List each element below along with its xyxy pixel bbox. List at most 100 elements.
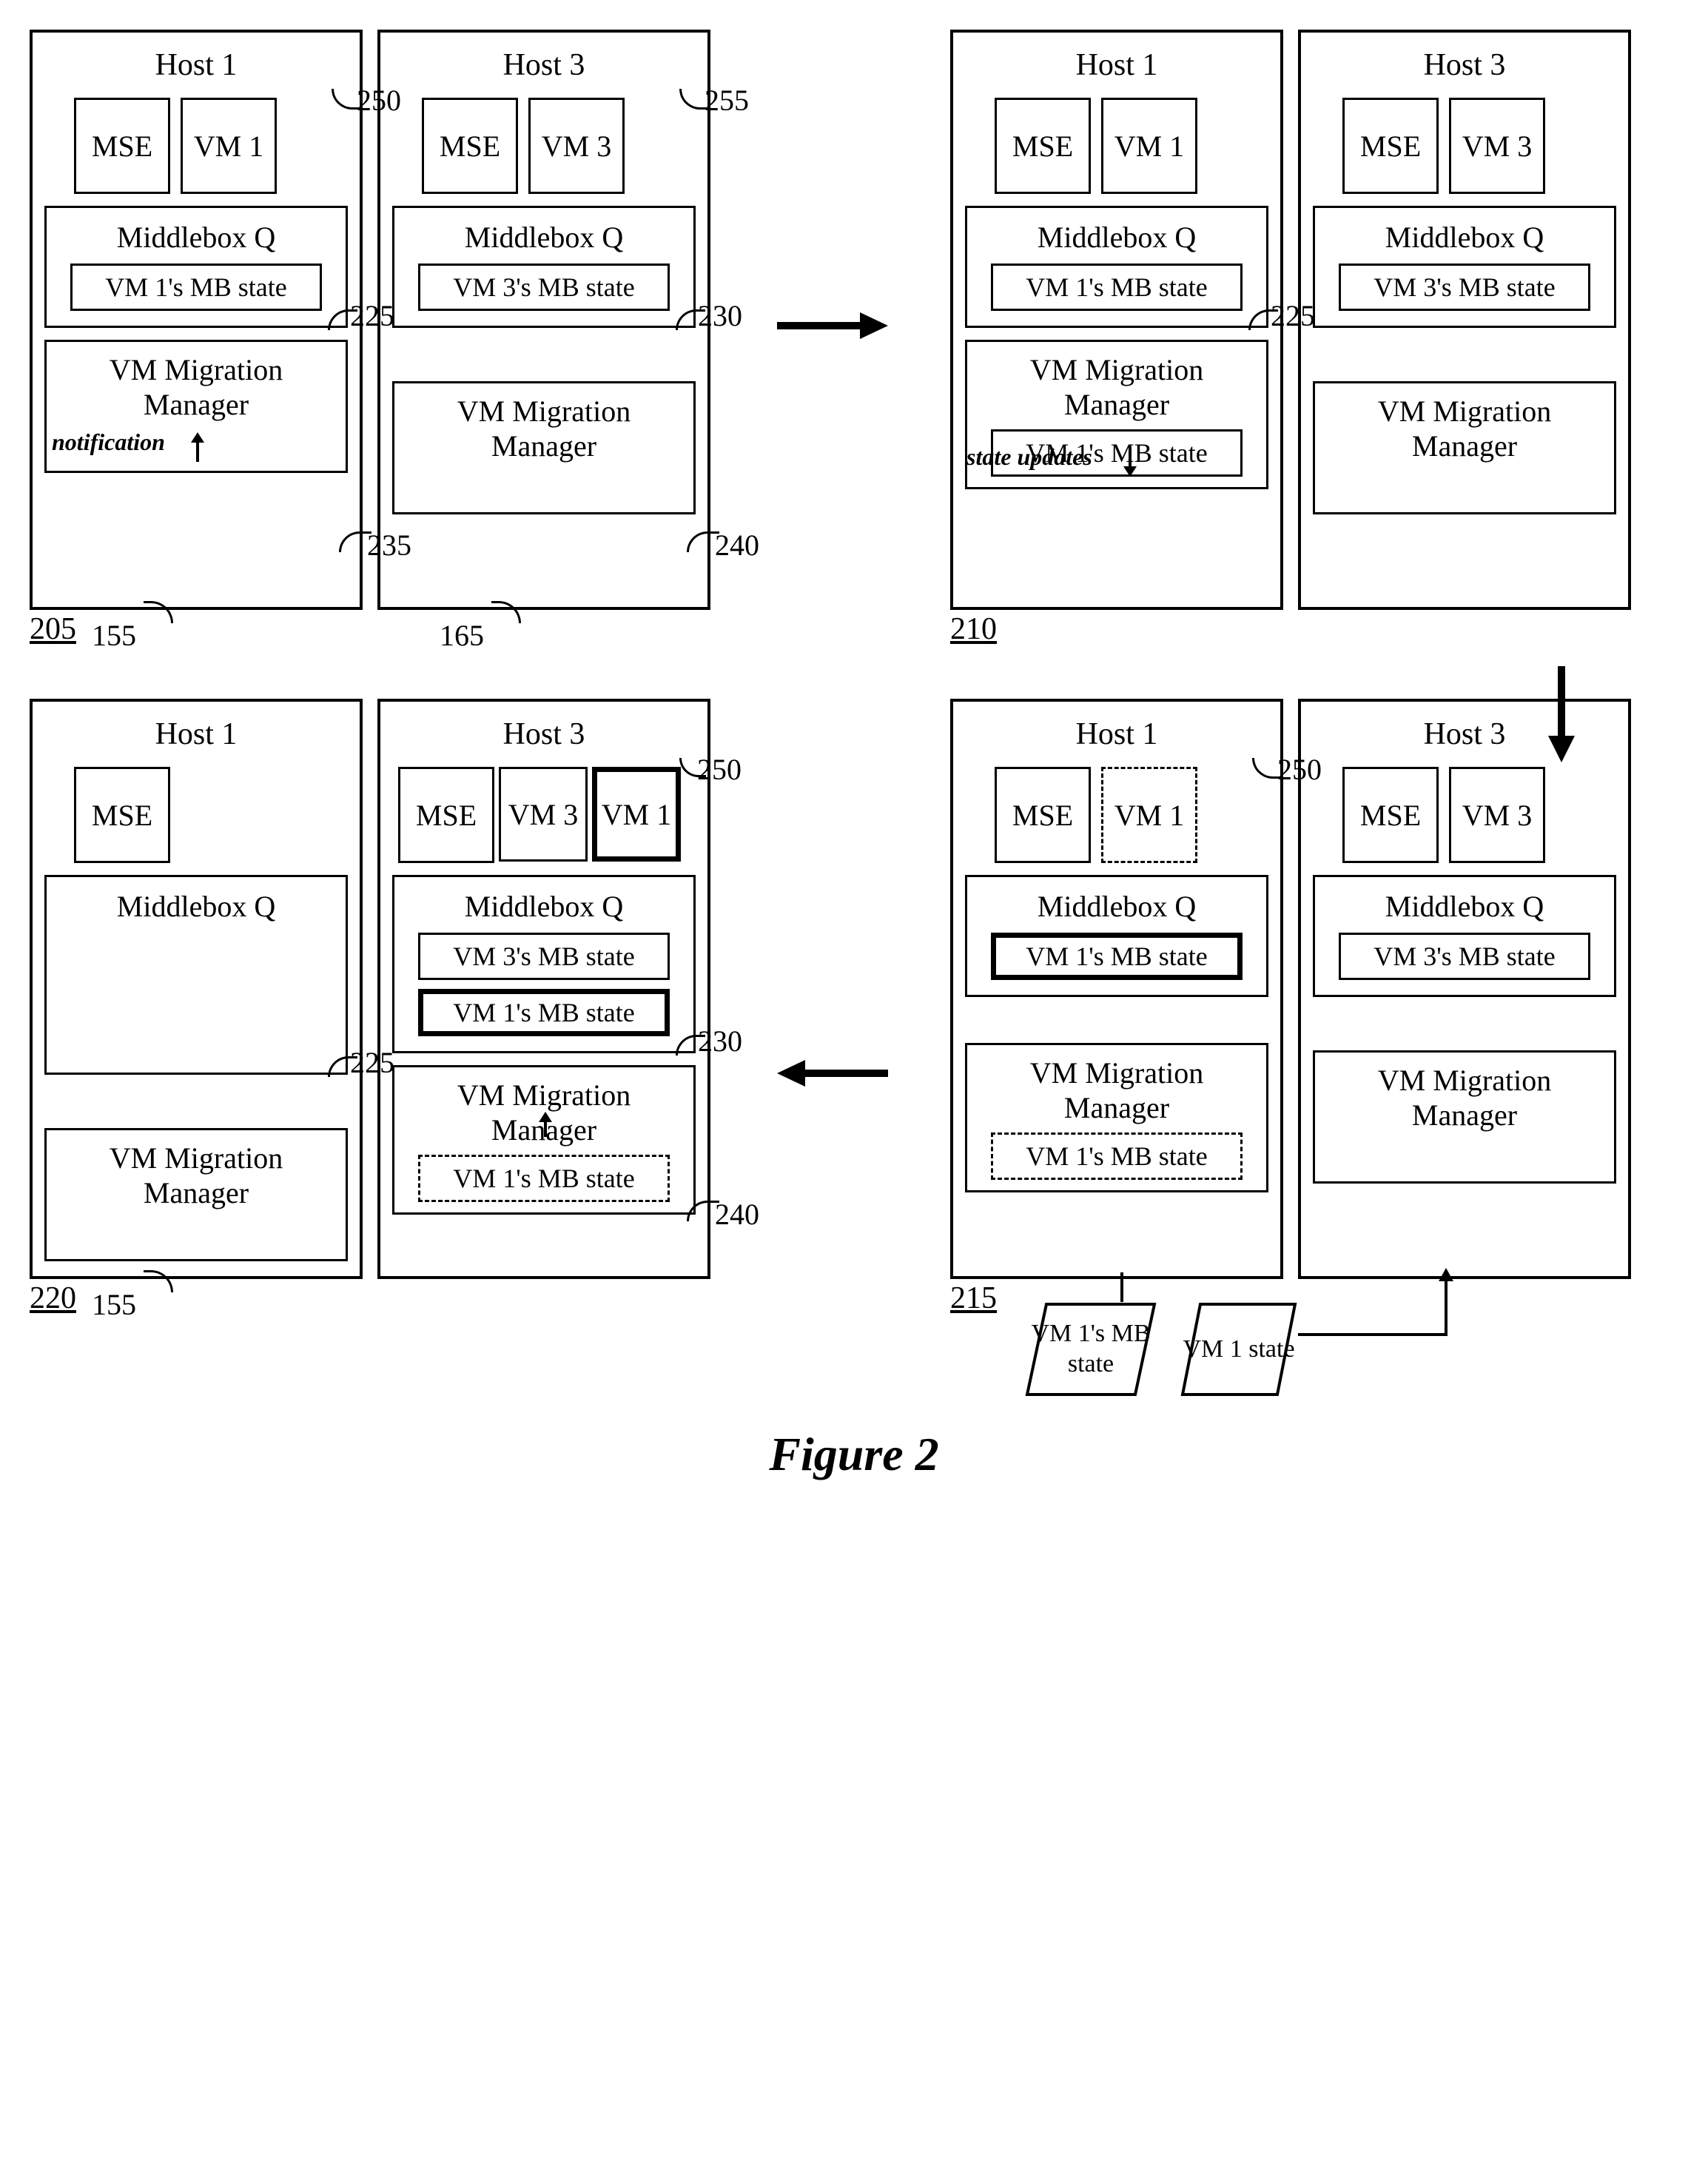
arrow-205-to-210 <box>777 303 888 348</box>
transfer-down-line <box>1120 1272 1123 1306</box>
host3-top-row-220: MSE VM 3 VM 1 250 <box>398 767 696 863</box>
middleboxQ-title-h3-210: Middlebox Q <box>1385 220 1544 255</box>
migration-h3-s210: VM Migration Manager <box>1313 381 1616 514</box>
vm1-mbstate-210: VM 1's MB state <box>991 264 1243 311</box>
mse-box-h3-220: MSE <box>398 767 494 863</box>
host3-title-210: Host 3 <box>1313 47 1616 83</box>
mse-box-h3-215: MSE <box>1342 767 1439 863</box>
host3-s215: Host 3 MSE VM 3 Middlebox Q VM 3's MB st… <box>1298 699 1631 1279</box>
host1-title-210: Host 1 <box>965 47 1268 83</box>
migration-h3-s215: VM Migration Manager <box>1313 1050 1616 1184</box>
leader-225-c <box>328 1056 357 1077</box>
host1-s205: Host 1 MSE VM 1 250 Middlebox Q VM 1's M… <box>30 30 363 610</box>
leader-230-a <box>676 309 705 330</box>
migration-h1-s220: VM Migration Manager <box>44 1128 348 1261</box>
vm3-box-210: VM 3 <box>1449 98 1545 194</box>
migration-title-h3-210: VM Migration Manager <box>1322 394 1607 463</box>
migration-title-h3-220: VM Migration Manager <box>402 1078 686 1147</box>
middleboxQ-title-215: Middlebox Q <box>1038 889 1196 924</box>
stage-215: 215 Host 1 MSE VM 1 250 Middlebox Q VM 1… <box>950 699 1678 1279</box>
stage-label-215: 215 <box>950 1281 997 1316</box>
middleboxQ-title: Middlebox Q <box>117 220 275 255</box>
vm3-mbstate-220: VM 3's MB state <box>418 933 670 980</box>
middleboxQ-title-h3: Middlebox Q <box>465 220 623 255</box>
mse-box-h3: MSE <box>422 98 518 194</box>
migration-title-210: VM Migration Manager <box>975 352 1259 422</box>
figure-root: 205 Host 1 MSE VM 1 250 Middlebox Q VM 1… <box>30 30 1678 1482</box>
ref-240-a: 240 <box>715 528 759 563</box>
parallel-vm1state: VM 1 state <box>1180 1301 1298 1397</box>
migration-title: VM Migration Manager <box>54 352 338 422</box>
ref-255: 255 <box>705 83 749 118</box>
leader-225-b <box>1248 309 1278 330</box>
leader-235 <box>339 531 371 552</box>
vm1-box: VM 1 <box>181 98 277 194</box>
host1-s215: Host 1 MSE VM 1 250 Middlebox Q VM 1's M… <box>950 699 1283 1279</box>
stage-label-210: 210 <box>950 611 997 647</box>
middleboxQ-h3-s205: Middlebox Q VM 3's MB state 230 <box>392 206 696 328</box>
mse-box-h3-210: MSE <box>1342 98 1439 194</box>
ref-165: 165 <box>440 618 484 653</box>
host3-s205: Host 3 MSE VM 3 255 Middlebox Q VM 3's M… <box>377 30 710 610</box>
host3-s210: Host 3 MSE VM 3 Middlebox Q VM 3's MB st… <box>1298 30 1631 610</box>
mse-box-220: MSE <box>74 767 170 863</box>
transfer-right-arrow <box>1298 1268 1505 1353</box>
middleboxQ-h1-s205: Middlebox Q VM 1's MB state 225 <box>44 206 348 328</box>
host3-top-row-215: MSE VM 3 <box>1342 767 1616 863</box>
host1-title-215: Host 1 <box>965 716 1268 752</box>
figure-title: Figure 2 <box>30 1427 1678 1482</box>
migration-title-h3: VM Migration Manager <box>402 394 686 463</box>
stage-grid: 205 Host 1 MSE VM 1 250 Middlebox Q VM 1… <box>30 30 1678 1279</box>
arrow-210-to-215 <box>1539 666 1584 762</box>
migration-title-215: VM Migration Manager <box>975 1056 1259 1125</box>
stage-220: 220 Host 1 MSE Middlebox Q 225 VM Migrat… <box>30 699 758 1279</box>
middleboxQ-h1-s210: Middlebox Q VM 1's MB state 225 <box>965 206 1268 328</box>
vm1-mbstate-215: VM 1's MB state <box>991 933 1243 980</box>
migration-title-h3-215: VM Migration Manager <box>1322 1063 1607 1132</box>
leader-155-a <box>144 601 173 623</box>
stage-205: 205 Host 1 MSE VM 1 250 Middlebox Q VM 1… <box>30 30 758 610</box>
middleboxQ-title-h3-220: Middlebox Q <box>465 889 623 924</box>
host3-s220: Host 3 MSE VM 3 VM 1 250 Middlebox Q VM … <box>377 699 710 1279</box>
migration-title-220: VM Migration Manager <box>54 1141 338 1210</box>
stage-label-205: 205 <box>30 611 76 647</box>
middleboxQ-h3-s210: Middlebox Q VM 3's MB state <box>1313 206 1616 328</box>
ref-155-a: 155 <box>92 618 136 653</box>
vm3-mbstate: VM 3's MB state <box>418 264 670 311</box>
migration-h1-s205: VM Migration Manager <box>44 340 348 473</box>
vm1-mbstate: VM 1's MB state <box>70 264 322 311</box>
vm3-mbstate-215: VM 3's MB state <box>1339 933 1590 980</box>
stage-label-220: 220 <box>30 1281 76 1316</box>
vm3-mbstate-210: VM 3's MB state <box>1339 264 1590 311</box>
vm1-box-210: VM 1 <box>1101 98 1197 194</box>
ref-155-b: 155 <box>92 1287 136 1322</box>
leader-230-b <box>676 1035 705 1056</box>
ref-240-b: 240 <box>715 1197 759 1232</box>
leader-250-b <box>679 758 706 777</box>
host3-top-row-210: MSE VM 3 <box>1342 98 1616 194</box>
mse-box: MSE <box>74 98 170 194</box>
parallel-mbstate: VM 1's MB state <box>1024 1301 1157 1397</box>
middleboxQ-h3-s215: Middlebox Q VM 3's MB state <box>1313 875 1616 997</box>
host1-title: Host 1 <box>44 47 348 83</box>
mse-box-210: MSE <box>995 98 1091 194</box>
vm1-box-220: VM 1 <box>592 767 681 862</box>
host1-top-row-210: MSE VM 1 <box>995 98 1268 194</box>
host3-title: Host 3 <box>392 47 696 83</box>
leader-225-a <box>328 309 357 330</box>
parallel-vm1state-text: VM 1 state <box>1183 1335 1294 1365</box>
host1-title-220: Host 1 <box>44 716 348 752</box>
migration-h3-s205: VM Migration Manager <box>392 381 696 514</box>
middleboxQ-h1-s220: Middlebox Q 225 <box>44 875 348 1075</box>
stage-210: 210 Host 1 MSE VM 1 Middlebox Q VM 1's M… <box>950 30 1678 610</box>
migration-h1-s210: VM Migration Manager VM 1's MB state <box>965 340 1268 489</box>
leader-255 <box>679 89 709 110</box>
vm3-box-215: VM 3 <box>1449 767 1545 863</box>
leader-250-c <box>1252 758 1282 779</box>
mse-box-215: MSE <box>995 767 1091 863</box>
host1-s210: Host 1 MSE VM 1 Middlebox Q VM 1's MB st… <box>950 30 1283 610</box>
host1-top-row-215: MSE VM 1 250 <box>995 767 1268 863</box>
middleboxQ-h3-s220: Middlebox Q VM 3's MB state VM 1's MB st… <box>392 875 696 1053</box>
migration-h3-s220: VM Migration Manager VM 1's MB state <box>392 1065 696 1215</box>
arrow-215-to-220 <box>777 1051 888 1095</box>
